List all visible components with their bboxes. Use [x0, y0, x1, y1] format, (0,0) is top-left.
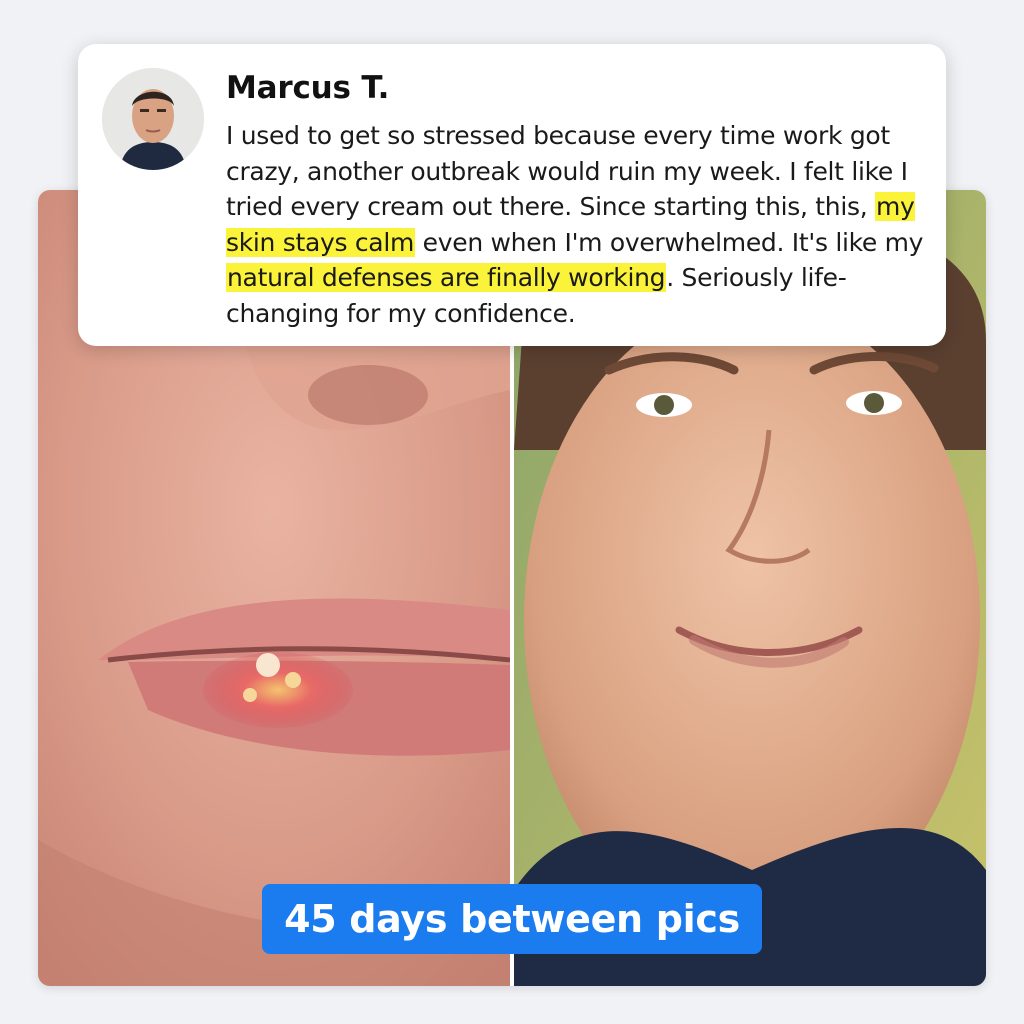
time-caption-badge: 45 days between pics [262, 884, 762, 954]
review-card: Marcus T. I used to get so stressed beca… [78, 44, 946, 346]
review-text: I used to get so stressed because every … [226, 118, 934, 331]
reviewer-avatar [102, 68, 204, 170]
review-highlight: natural defenses are finally working [226, 263, 667, 292]
review-text-part: I used to get so stressed because every … [226, 121, 908, 221]
avatar-image [102, 68, 204, 170]
reviewer-name: Marcus T. [226, 70, 390, 106]
review-text-part: even when I'm overwhelmed. It's like my [415, 227, 924, 257]
